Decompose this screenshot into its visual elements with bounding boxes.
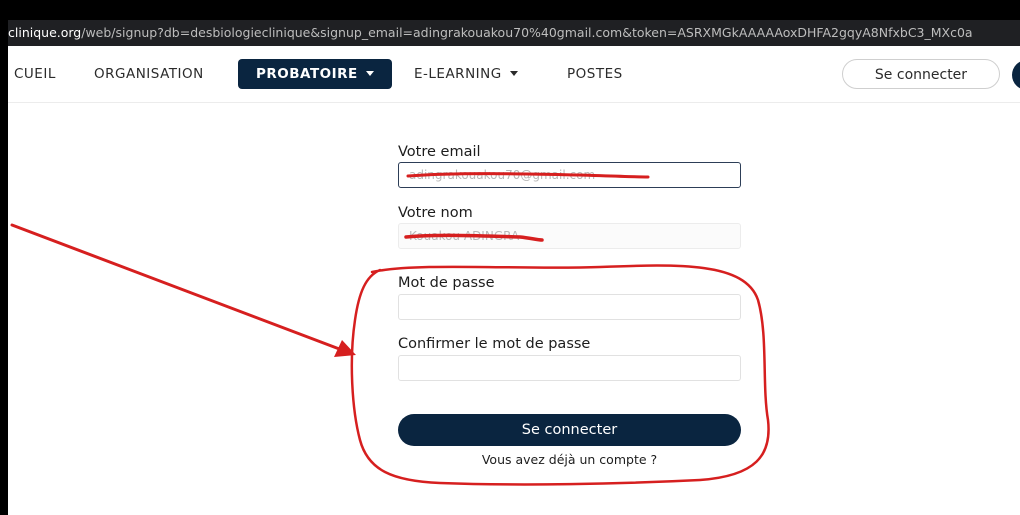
chevron-down-icon — [509, 71, 518, 76]
nav-item-postes[interactable]: POSTES — [567, 59, 623, 89]
name-field[interactable]: Kouakou ADINGRA — [398, 223, 741, 249]
email-field[interactable]: adingrakouakou70@gmail.com — [398, 162, 741, 188]
password-label: Mot de passe — [398, 275, 495, 291]
password-field[interactable] — [398, 294, 741, 320]
nav-item-probatoire-label: PROBATOIRE — [256, 66, 358, 82]
url-path: /web/signup?db=desbiologieclinique&signu… — [81, 25, 973, 40]
left-border — [0, 46, 8, 515]
browser-url-bar[interactable]: clinique.org/web/signup?db=desbiologiecl… — [8, 20, 1020, 46]
nav-item-accueil[interactable]: CUEIL — [14, 59, 56, 89]
nav-item-e-learning[interactable]: E-LEARNING — [414, 59, 518, 89]
name-label: Votre nom — [398, 205, 473, 221]
top-navbar: CUEIL ORGANISATION PROBATOIRE E-LEARNING… — [8, 46, 1020, 103]
chevron-down-icon — [365, 71, 374, 76]
submit-button[interactable]: Se connecter — [398, 414, 741, 446]
signup-page: CUEIL ORGANISATION PROBATOIRE E-LEARNING… — [8, 46, 1020, 515]
nav-login-button[interactable]: Se connecter — [842, 59, 1000, 89]
nav-item-probatoire[interactable]: PROBATOIRE — [238, 59, 392, 89]
nav-item-e-learning-label: E-LEARNING — [414, 66, 502, 82]
confirm-password-field[interactable] — [398, 355, 741, 381]
nav-item-organisation[interactable]: ORGANISATION — [94, 59, 204, 89]
email-label: Votre email — [398, 144, 481, 160]
have-account-link[interactable]: Vous avez déjà un compte ? — [398, 452, 741, 467]
screenshot-frame: clinique.org/web/signup?db=desbiologiecl… — [0, 0, 1020, 515]
url-host: clinique.org — [8, 25, 82, 40]
nav-signup-button-edge[interactable] — [1012, 60, 1020, 90]
confirm-password-label: Confirmer le mot de passe — [398, 336, 591, 352]
